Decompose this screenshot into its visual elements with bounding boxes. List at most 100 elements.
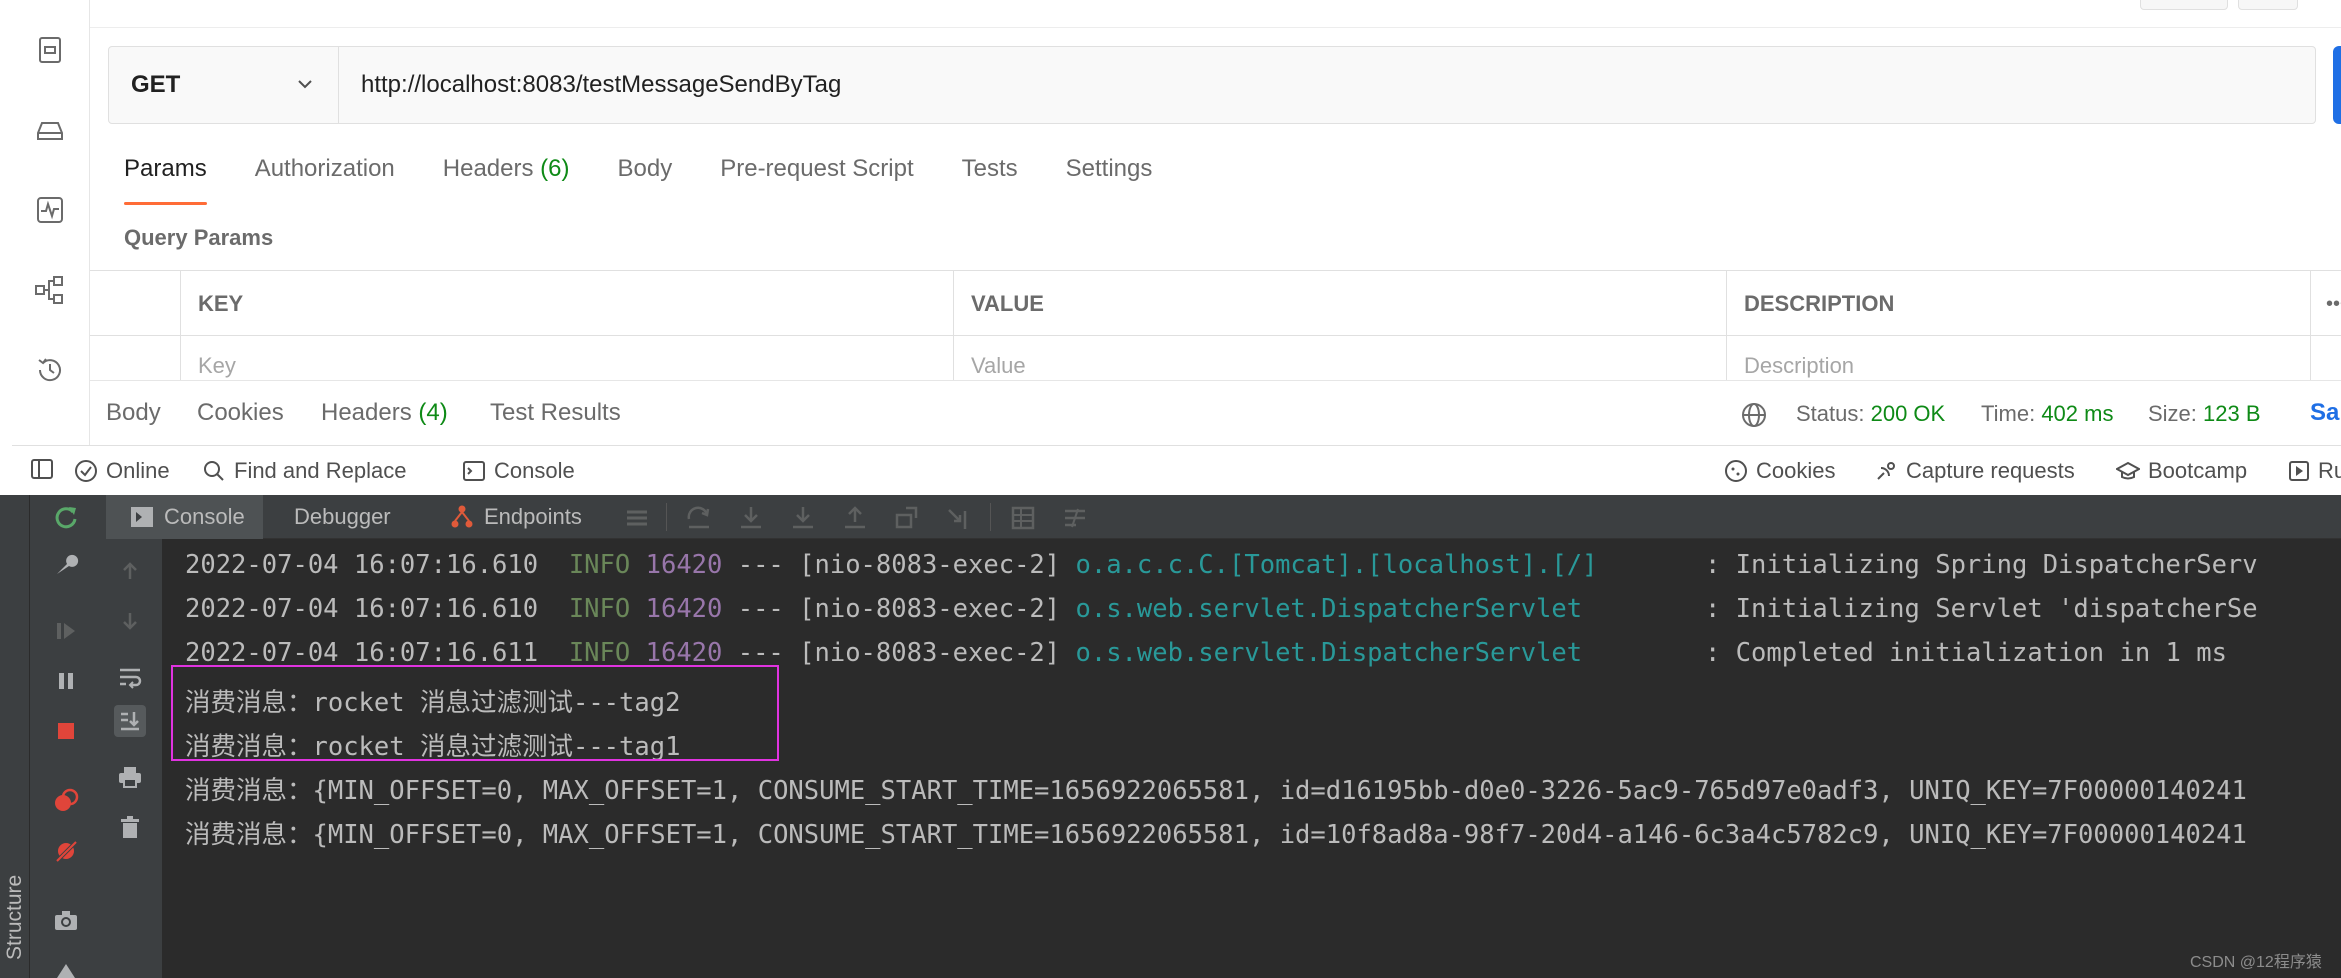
key-input[interactable]: Key [198,353,236,379]
response-tab-test-results[interactable]: Test Results [490,399,621,427]
rerun-icon[interactable] [52,503,80,531]
wrench-icon[interactable] [52,551,80,579]
evaluate-expression-icon[interactable] [1010,505,1036,531]
check-circle-icon [75,460,97,482]
search-icon [204,461,224,481]
query-params-table: KEY VALUE DESCRIPTION ••• Key Value Desc… [90,270,2341,381]
breakpoints-icon[interactable] [52,787,80,815]
tab-console[interactable]: Console [106,495,263,539]
tab-params[interactable]: Params [124,155,207,205]
play-icon [2289,461,2309,481]
response-bar: Body Cookies Headers (4) Test Results St… [90,380,2341,445]
monitors-icon[interactable] [32,192,68,228]
toggle-sidebar-button[interactable] [30,458,54,480]
camera-icon[interactable] [52,907,80,935]
online-status[interactable]: Online [74,458,170,484]
collections-icon[interactable] [32,32,68,68]
stop-icon[interactable] [52,717,80,745]
toolbar-divider [990,503,991,531]
debug-tabs: Console Debugger Endpoints [106,495,2341,539]
value-column [954,271,1727,381]
log-line: 2022-07-04 16:07:16.610 INFO 16420 --- [… [185,594,2258,624]
url-bar: GET http://localhost:8083/testMessageSen… [108,46,2316,124]
capture-requests-button[interactable]: Capture requests [1874,458,2075,484]
tab-pre-request-script[interactable]: Pre-request Script [720,155,913,205]
run-to-cursor-icon[interactable] [946,505,972,531]
url-input[interactable]: http://localhost:8083/testMessageSendByT… [361,47,841,123]
tab-endpoints[interactable]: Endpoints [450,495,582,539]
response-status[interactable]: Status: 200 OK [1796,401,1945,427]
tab-authorization[interactable]: Authorization [255,155,395,205]
consumer-log-line: 消费消息：{MIN_OFFSET=0, MAX_OFFSET=1, CONSUM… [185,820,2247,850]
header-divider [90,335,2341,336]
console-button[interactable]: Console [462,458,575,484]
response-tab-cookies[interactable]: Cookies [197,399,284,427]
print-icon[interactable] [114,761,146,793]
status-bar: Online Find and Replace Console Cookies … [12,445,2341,495]
tab-settings[interactable]: Settings [1066,155,1153,205]
postman-window: GET http://localhost:8083/testMessageSen… [0,0,2341,495]
response-tab-body[interactable]: Body [106,399,161,427]
resume-icon[interactable] [52,617,80,645]
column-header-key: KEY [198,291,244,316]
environments-icon[interactable] [32,112,68,148]
response-time[interactable]: Time: 402 ms [1981,401,2113,427]
globe-icon[interactable] [1740,401,1768,429]
save-response-button[interactable]: Sa [2310,399,2339,427]
tab-debugger[interactable]: Debugger [294,495,391,539]
scroll-to-end-icon[interactable] [114,705,146,737]
force-step-into-icon[interactable] [790,505,816,531]
method-label: GET [131,71,181,98]
value-input[interactable]: Value [971,353,1026,379]
request-tabs: Params Authorization Headers (6) Body Pr… [124,155,1200,205]
soft-wrap-icon[interactable] [114,661,146,693]
structure-label[interactable]: Structure [3,875,27,960]
more-options-icon[interactable]: ••• [2326,293,2341,316]
graduation-cap-icon [2116,461,2140,480]
pause-icon[interactable] [52,667,80,695]
step-into-icon[interactable] [738,505,764,531]
runner-button[interactable]: Ru [2288,458,2341,484]
history-icon[interactable] [32,352,68,388]
highlight-annotation-box [171,665,779,761]
trash-icon[interactable] [114,811,146,843]
request-workspace: GET http://localhost:8083/testMessageSen… [90,0,2341,445]
step-out-icon[interactable] [842,505,868,531]
query-params-title: Query Params [124,225,274,250]
cookie-icon [1725,460,1747,482]
watermark: CSDN @12程序猿 [2190,954,2322,971]
description-input[interactable]: Description [1744,353,1854,379]
mute-breakpoints-icon[interactable] [52,837,80,865]
console-icon [131,507,153,527]
trace-stream-icon[interactable] [1062,505,1088,531]
method-select[interactable]: GET [109,47,339,123]
satellite-icon [1877,462,1895,480]
settings-icon[interactable] [52,957,80,978]
find-and-replace-button[interactable]: Find and Replace [202,458,406,484]
environment-selector[interactable] [2140,0,2228,10]
bootcamp-button[interactable]: Bootcamp [2116,458,2247,484]
headers-count: (6) [540,155,570,182]
sidebar-toggle-icon [31,459,53,479]
response-tab-headers[interactable]: Headers (4) [321,399,448,427]
tab-tests[interactable]: Tests [962,155,1018,205]
step-over-icon[interactable] [686,505,712,531]
tab-body[interactable]: Body [618,155,673,205]
toolbar-divider [666,503,667,531]
cookies-button[interactable]: Cookies [1724,458,1835,484]
console-icon [463,461,485,481]
log-line: 2022-07-04 16:07:16.611 INFO 16420 --- [… [185,638,2227,668]
send-button[interactable] [2333,46,2341,124]
console-toolbar [100,495,162,978]
flows-icon[interactable] [32,272,68,308]
list-icon[interactable] [624,505,650,531]
scroll-up-icon[interactable] [114,555,146,587]
drop-frame-icon[interactable] [894,505,920,531]
tab-bar [90,0,2341,28]
tab-headers[interactable]: Headers (6) [443,155,570,205]
response-size[interactable]: Size: 123 B [2148,401,2261,427]
column-header-value: VALUE [971,291,1044,316]
run-actions-toolbar [30,495,100,978]
environment-quick-look[interactable] [2238,0,2298,10]
scroll-down-icon[interactable] [114,605,146,637]
